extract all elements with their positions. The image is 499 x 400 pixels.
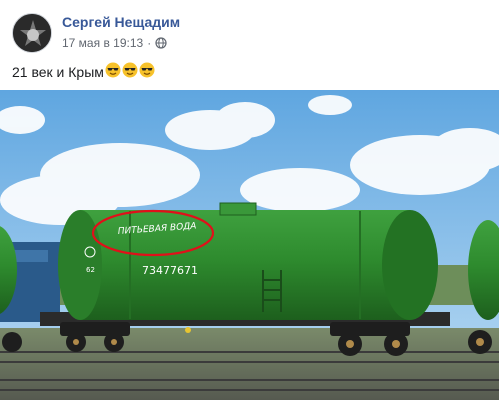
smiling-face-with-sunglasses-icon xyxy=(105,62,121,78)
smiling-face-with-sunglasses-icon xyxy=(139,62,155,78)
post-meta: 17 мая в 19:13 · xyxy=(62,36,167,50)
post-timestamp[interactable]: 17 мая в 19:13 xyxy=(62,36,143,50)
meta-separator: · xyxy=(147,36,152,50)
tank-marking-left: 62 xyxy=(86,266,95,274)
post-photo[interactable]: ПИТЬЕВАЯ ВОДА 73477671 62 xyxy=(0,90,499,400)
tank-number: 73477671 xyxy=(142,264,198,277)
post-text: 21 век и Крым xyxy=(12,62,155,81)
post-header: Сергей Нещадим 17 мая в 19:13 · 21 век и… xyxy=(0,0,499,90)
yellow-detail xyxy=(185,327,191,333)
emoji-group xyxy=(104,62,155,81)
avatar[interactable] xyxy=(12,13,52,53)
smiling-face-with-sunglasses-icon xyxy=(122,62,138,78)
avatar-image xyxy=(13,14,51,52)
globe-icon[interactable] xyxy=(155,37,167,49)
post-text-content: 21 век и Крым xyxy=(12,63,104,80)
author-name[interactable]: Сергей Нещадим xyxy=(62,14,180,30)
tank-car xyxy=(58,202,438,320)
